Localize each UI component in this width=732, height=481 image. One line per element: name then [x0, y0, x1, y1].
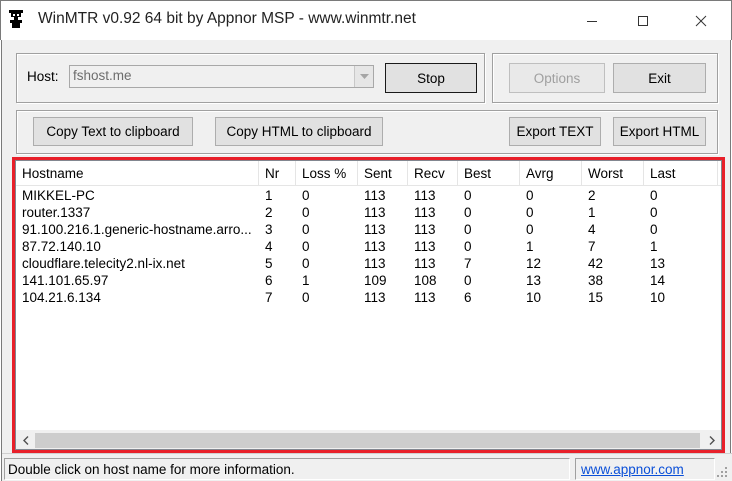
- host-combobox[interactable]: fshost.me: [69, 65, 374, 88]
- status-pane: Double click on host name for more infor…: [4, 458, 570, 480]
- minimize-icon: [587, 20, 597, 22]
- maximize-button[interactable]: [620, 1, 666, 40]
- highlight-box: [12, 157, 725, 453]
- copy-html-button[interactable]: Copy HTML to clipboard: [215, 117, 383, 146]
- close-button[interactable]: [678, 1, 724, 40]
- appnor-link[interactable]: www.appnor.com: [581, 462, 684, 477]
- host-label: Host:: [27, 69, 59, 84]
- chevron-down-icon: [359, 73, 369, 79]
- options-button[interactable]: Options: [509, 63, 605, 93]
- status-link-pane: www.appnor.com: [575, 458, 715, 480]
- status-message: Double click on host name for more infor…: [8, 462, 295, 477]
- host-input[interactable]: fshost.me: [73, 68, 132, 83]
- window-title: WinMTR v0.92 64 bit by Appnor MSP - www.…: [38, 10, 416, 27]
- export-text-button[interactable]: Export TEXT: [509, 117, 601, 146]
- combo-dropdown-button[interactable]: [354, 66, 373, 87]
- export-html-button[interactable]: Export HTML: [613, 117, 706, 146]
- title-bar[interactable]: WinMTR v0.92 64 bit by Appnor MSP - www.…: [0, 0, 732, 40]
- minimize-button[interactable]: [569, 1, 615, 40]
- stop-button[interactable]: Stop: [385, 63, 477, 93]
- status-bar: Double click on host name for more infor…: [2, 453, 732, 481]
- client-area: Host: fshost.me Stop Options Exit Copy T…: [1, 40, 732, 481]
- app-icon: [9, 10, 23, 28]
- resize-grip-icon[interactable]: [716, 466, 728, 478]
- exit-button[interactable]: Exit: [613, 63, 706, 93]
- copy-text-button[interactable]: Copy Text to clipboard: [33, 117, 193, 146]
- close-icon: [695, 15, 707, 26]
- maximize-icon: [638, 15, 648, 26]
